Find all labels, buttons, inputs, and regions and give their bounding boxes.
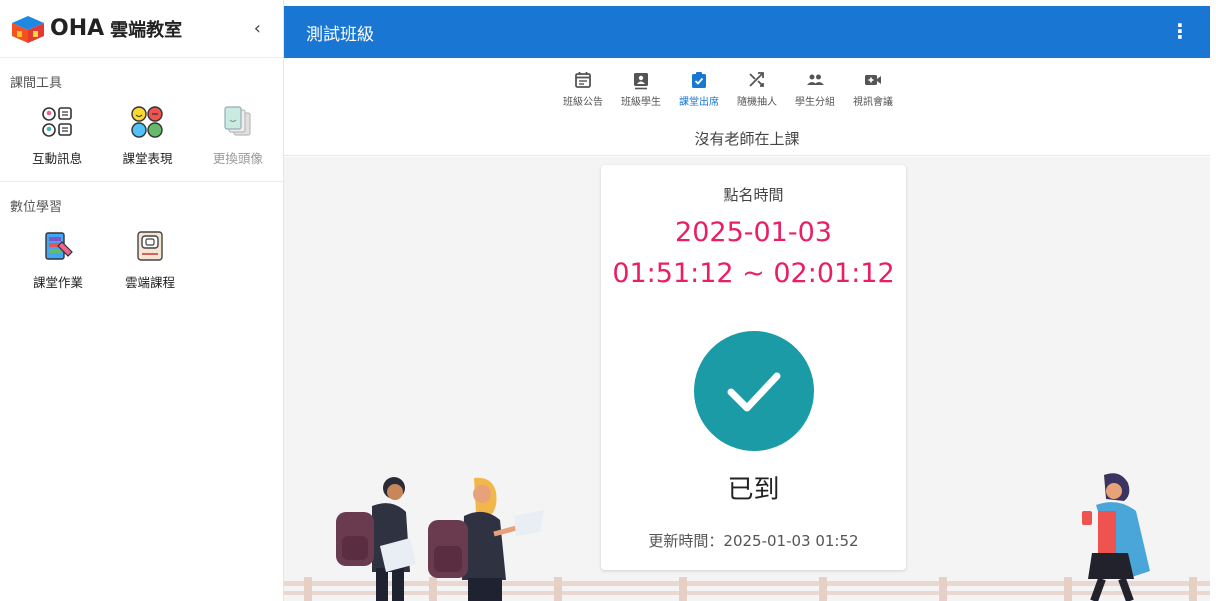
tab-attendance[interactable]: 課堂出席 (670, 70, 728, 108)
attendance-card: 點名時間 2025-01-03 01:51:12 ~ 02:01:12 已到 更… (601, 165, 906, 570)
tab-label: 學生分組 (795, 97, 835, 108)
section-title-digital-learning: 數位學習 (10, 200, 63, 215)
logo-bar: OHA 雲端教室 ‹ (0, 0, 283, 58)
checkmark-icon (693, 331, 814, 451)
tab-label: 視訊會議 (853, 97, 893, 108)
cloud-course-icon (137, 231, 163, 261)
logo-text: OHA (50, 16, 105, 41)
shuffle-icon (749, 72, 764, 87)
student-illustration-1 (336, 477, 416, 601)
tool-label: 課堂表現 (122, 151, 173, 166)
tool-homework[interactable]: 課堂作業 (12, 222, 104, 291)
announcement-icon (575, 72, 591, 88)
student-illustration-3 (1082, 473, 1150, 601)
section-title-break-tools: 課間工具 (10, 76, 63, 91)
class-status-text: 沒有老師在上課 (694, 130, 800, 148)
tool-label: 雲端課程 (124, 275, 175, 290)
tool-label: 更換頭像 (212, 151, 263, 166)
tool-cloud-course[interactable]: 雲端課程 (104, 222, 196, 291)
tab-grouping[interactable]: 學生分組 (786, 70, 844, 108)
tool-class-performance[interactable]: 課堂表現 (102, 98, 192, 167)
tab-label: 隨機抽人 (737, 97, 777, 108)
video-call-icon (865, 75, 881, 85)
class-title: 測試班級 (306, 24, 374, 45)
collapse-sidebar-button[interactable]: ‹ (254, 18, 261, 39)
main-content: 點名時間 2025-01-03 01:51:12 ~ 02:01:12 已到 更… (284, 157, 1210, 601)
logo-subtitle: 雲端教室 (110, 19, 183, 41)
more-menu-button[interactable]: ⋮ (1170, 19, 1190, 43)
break-tools-list: 互動訊息 課堂表現 更換頭像 (0, 98, 283, 167)
roll-call-time-range: 01:51:12 ~ 02:01:12 (612, 258, 895, 289)
logo-cube-icon (12, 15, 44, 43)
tab-students[interactable]: 班級學生 (612, 70, 670, 108)
student-illustration-2 (428, 477, 544, 601)
roll-call-label: 點名時間 (723, 186, 784, 204)
sidebar: OHA 雲端教室 ‹ 課間工具 互動訊息 課堂表現 更換頭像 數位學習 課堂作業… (0, 0, 284, 601)
tool-interactive-message[interactable]: 互動訊息 (12, 98, 102, 167)
tab-video-meeting[interactable]: 視訊會議 (844, 70, 902, 108)
tool-label: 互動訊息 (32, 151, 83, 166)
group-icon (807, 74, 824, 85)
tab-bar: 班級公告 班級學生 課堂出席 隨機抽人 學生分組 視訊會議 沒有老師在上課 (284, 58, 1210, 156)
interactive-message-icon (42, 107, 72, 137)
tab-announcement[interactable]: 班級公告 (554, 70, 612, 108)
homework-icon (45, 232, 73, 260)
fence-illustration (284, 577, 1210, 601)
app-header: 測試班級 ⋮ (284, 6, 1210, 58)
students-icon (634, 73, 648, 90)
class-performance-icon (131, 106, 164, 138)
change-avatar-icon (224, 106, 251, 136)
tab-label: 班級公告 (563, 97, 603, 108)
updated-time: 更新時間：2025-01-03 01:52 (648, 532, 859, 550)
tool-change-avatar[interactable]: 更換頭像 (193, 98, 283, 167)
tab-random-pick[interactable]: 隨機抽人 (728, 70, 786, 108)
attendance-icon (692, 72, 706, 88)
tab-label: 課堂出席 (679, 97, 719, 108)
attendance-status: 已到 (727, 475, 780, 505)
digital-learning-list: 課堂作業 雲端課程 (0, 222, 283, 291)
tool-label: 課堂作業 (32, 275, 83, 290)
tab-label: 班級學生 (621, 97, 661, 108)
roll-call-date: 2025-01-03 (675, 217, 832, 248)
